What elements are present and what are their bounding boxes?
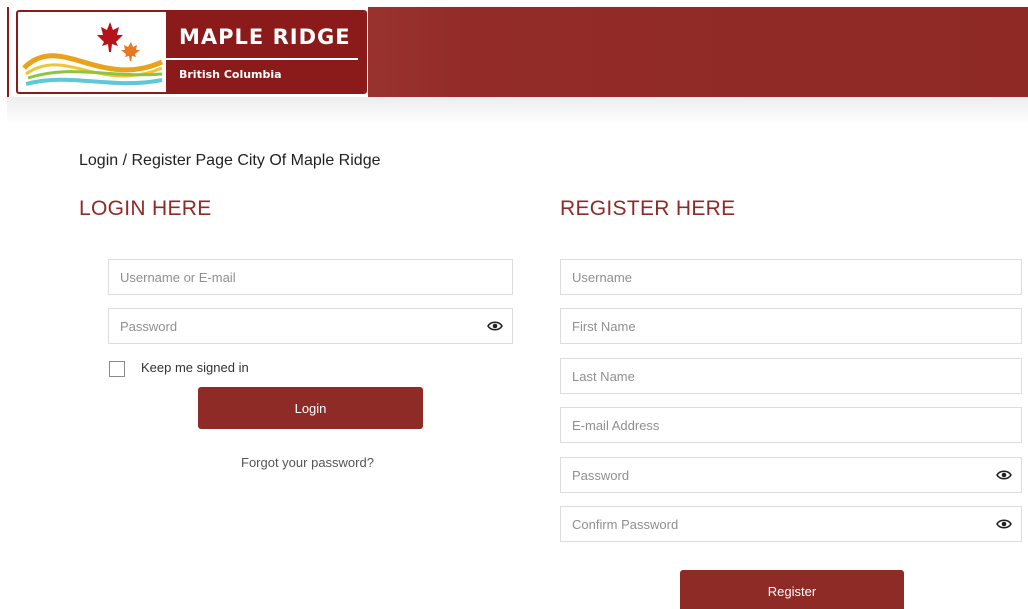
register-email-field[interactable] — [560, 407, 1022, 443]
register-button[interactable]: Register — [680, 570, 904, 609]
login-username-input[interactable] — [109, 260, 512, 294]
page-title: Login / Register Page City Of Maple Ridg… — [79, 152, 381, 169]
register-confirm-password-field[interactable] — [560, 506, 1022, 542]
maple-leaf-icon — [22, 22, 164, 86]
keep-signed-in-label: Keep me signed in — [141, 360, 249, 375]
logo-left-bar — [7, 7, 9, 97]
login-username-field[interactable] — [108, 259, 513, 295]
register-password-field[interactable] — [560, 457, 1022, 493]
page: MAPLE RIDGE British Columbia Login / Reg… — [0, 0, 1028, 609]
eye-icon[interactable] — [996, 468, 1012, 482]
register-username-field[interactable] — [560, 259, 1022, 295]
header-shadow — [7, 97, 1028, 125]
keep-signed-in-checkbox[interactable] — [109, 361, 125, 377]
logo-title: MAPLE RIDGE — [179, 25, 351, 49]
login-password-field[interactable] — [108, 308, 513, 344]
logo-subtitle: British Columbia — [179, 68, 282, 81]
register-first-name-field[interactable] — [560, 308, 1022, 344]
register-heading: REGISTER HERE — [560, 197, 736, 220]
register-last-name-field[interactable] — [560, 358, 1022, 394]
logo-frame — [16, 10, 367, 94]
forgot-password-link[interactable]: Forgot your password? — [241, 455, 374, 470]
register-confirm-password-input[interactable] — [561, 507, 1021, 541]
eye-icon[interactable] — [996, 517, 1012, 531]
login-button[interactable]: Login — [198, 387, 423, 429]
site-logo[interactable]: MAPLE RIDGE British Columbia — [7, 7, 368, 97]
register-last-name-input[interactable] — [561, 359, 1021, 393]
login-password-input[interactable] — [109, 309, 512, 343]
logo-divider — [166, 58, 358, 60]
register-username-input[interactable] — [561, 260, 1021, 294]
register-first-name-input[interactable] — [561, 309, 1021, 343]
register-email-input[interactable] — [561, 408, 1021, 442]
register-password-input[interactable] — [561, 458, 1021, 492]
login-heading: LOGIN HERE — [79, 197, 212, 220]
eye-icon[interactable] — [487, 319, 503, 333]
